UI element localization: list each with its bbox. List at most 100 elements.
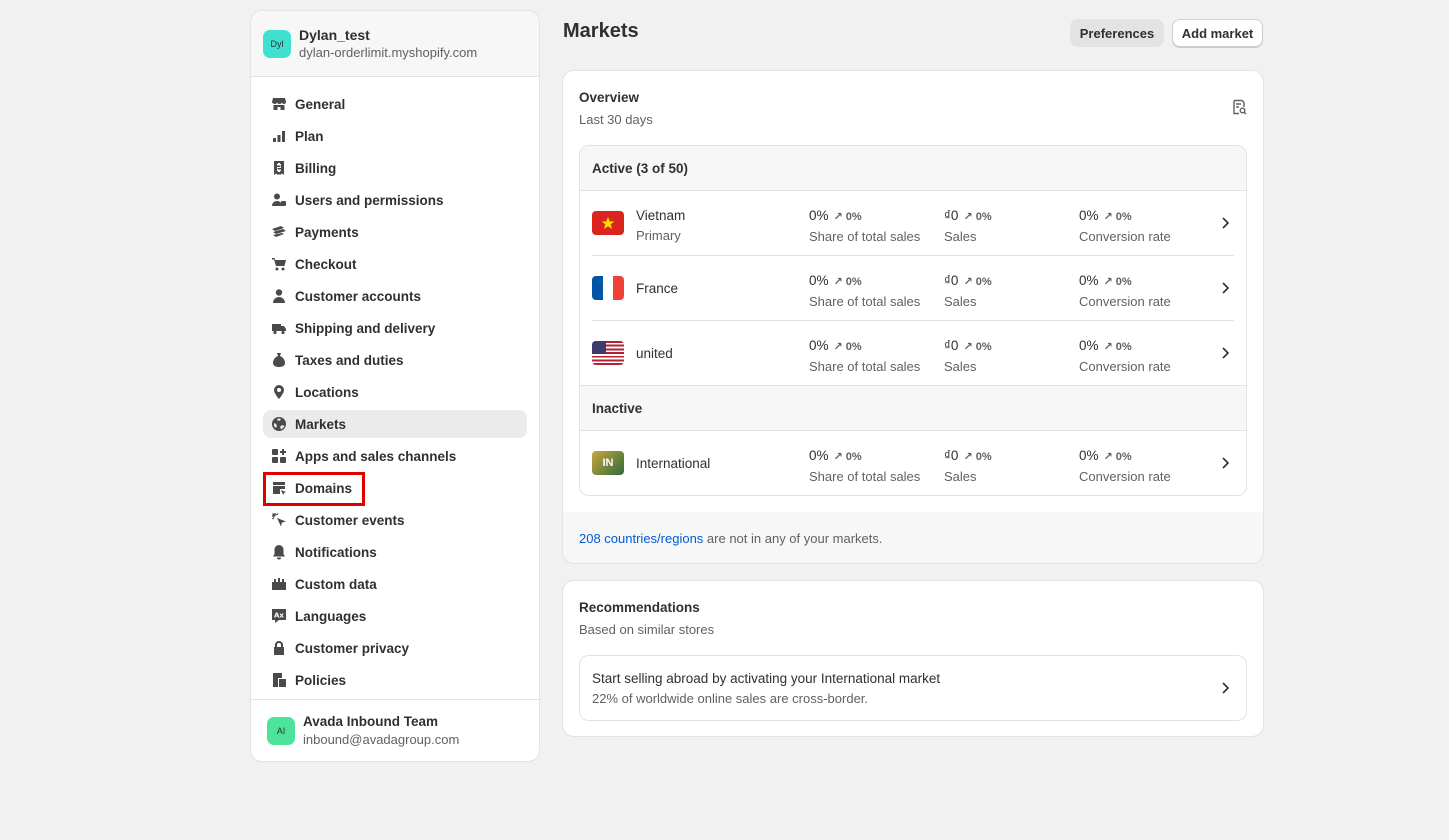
share-label: Share of total sales	[809, 229, 921, 244]
active-markets-heading: Active (3 of 50)	[580, 146, 1246, 191]
overview-subtitle: Last 30 days	[579, 112, 653, 127]
conv-delta: ↗ 0%	[1103, 341, 1132, 353]
conv-label: Conversion rate	[1079, 359, 1171, 374]
nav-item-markets[interactable]: Markets	[263, 410, 527, 438]
sales-delta: ↗ 0%	[963, 451, 992, 463]
conv-label: Conversion rate	[1079, 294, 1171, 309]
nav-item-payments[interactable]: Payments	[263, 218, 527, 246]
recommendation-item[interactable]: Start selling abroad by activating your …	[579, 655, 1247, 721]
countries-regions-link[interactable]: 208 countries/regions	[579, 531, 703, 546]
nav-label: Customer events	[295, 512, 405, 528]
chevron-right-icon	[1218, 281, 1232, 295]
market-sub: Primary	[636, 228, 681, 243]
overview-card: Overview Last 30 days Active (3 of 50) V…	[562, 70, 1264, 564]
nav-item-taxes[interactable]: Taxes and duties	[263, 346, 527, 374]
add-market-button[interactable]: Add market	[1172, 19, 1263, 47]
unassigned-regions-note: 208 countries/regions are not in any of …	[563, 512, 1263, 563]
taxes-icon	[271, 352, 287, 368]
store-name: Dylan_test	[299, 26, 370, 43]
share-label: Share of total sales	[809, 294, 921, 309]
cursor-icon	[271, 512, 287, 528]
bell-icon	[271, 544, 287, 560]
nav-label: Domains	[295, 480, 353, 496]
billing-icon	[271, 160, 287, 176]
overview-title: Overview	[579, 90, 640, 105]
conv-value: 0%	[1079, 208, 1099, 223]
user-account[interactable]: AI Avada Inbound Team inbound@avadagroup…	[251, 699, 539, 761]
market-row-france[interactable]: France 0% ↗ 0% Share of total sales ₫0 ↗ 0%…	[580, 256, 1246, 321]
markets-table: Active (3 of 50) Vietnam Primary 0% ↗ 0% Sh…	[579, 145, 1247, 496]
domains-icon	[271, 480, 287, 496]
nav-label: Apps and sales channels	[295, 448, 457, 464]
cart-icon	[271, 256, 287, 272]
report-icon[interactable]	[1231, 99, 1247, 115]
truck-icon	[271, 320, 287, 336]
nav-item-customer-accounts[interactable]: Customer accounts	[263, 282, 527, 310]
nav-label: Billing	[295, 160, 337, 176]
user-email: inbound@avadagroup.com	[303, 731, 460, 747]
nav-item-checkout[interactable]: Checkout	[263, 250, 527, 278]
nav-label: Payments	[295, 224, 359, 240]
person-icon	[271, 288, 287, 304]
custom-data-icon	[271, 576, 287, 592]
sales-label: Sales	[944, 229, 977, 244]
nav-item-shipping[interactable]: Shipping and delivery	[263, 314, 527, 342]
user-name: Avada Inbound Team	[303, 713, 439, 729]
sales-label: Sales	[944, 359, 977, 374]
nav-label: Taxes and duties	[295, 352, 404, 368]
nav-label: Users and permissions	[295, 192, 444, 208]
sales-delta: ↗ 0%	[963, 276, 992, 288]
share-label: Share of total sales	[809, 359, 921, 374]
users-icon	[271, 192, 287, 208]
nav-item-customer-events[interactable]: Customer events	[263, 506, 527, 534]
nav-item-notifications[interactable]: Notifications	[263, 538, 527, 566]
globe-icon	[271, 416, 287, 432]
recommendation-title: Start selling abroad by activating your …	[592, 671, 941, 686]
nav-item-general[interactable]: General	[263, 90, 527, 118]
nav-item-locations[interactable]: Locations	[263, 378, 527, 406]
nav-item-customer-privacy[interactable]: Customer privacy	[263, 634, 527, 662]
chevron-right-icon	[1218, 346, 1232, 360]
lock-icon	[271, 640, 287, 656]
market-row-international[interactable]: IN International 0% ↗ 0% Share of total sa…	[580, 431, 1246, 495]
language-icon: Ax	[271, 608, 287, 624]
nav-label: Customer privacy	[295, 640, 410, 656]
sales-value: ₫0	[944, 448, 959, 463]
recommendations-title: Recommendations	[579, 600, 700, 615]
share-delta: ↗ 0%	[833, 451, 862, 463]
market-row-united[interactable]: united 0% ↗ 0% Share of total sales ₫0 ↗ 0%…	[580, 321, 1246, 386]
nav-label: Shipping and delivery	[295, 320, 436, 336]
us-flag-icon	[592, 341, 624, 365]
share-value: 0%	[809, 208, 829, 223]
sales-value: ₫0	[944, 338, 959, 353]
nav-item-domains[interactable]: Domains	[263, 472, 527, 506]
policies-icon	[271, 672, 287, 688]
market-row-vietnam[interactable]: Vietnam Primary 0% ↗ 0% Share of total sale…	[580, 191, 1246, 256]
conv-delta: ↗ 0%	[1103, 451, 1132, 463]
nav-label: Customer accounts	[295, 288, 422, 304]
recommendation-sub: 22% of worldwide online sales are cross-…	[592, 691, 869, 706]
store-domain: dylan-orderlimit.myshopify.com	[299, 44, 478, 60]
share-value: 0%	[809, 448, 829, 463]
nav-label: General	[295, 96, 346, 112]
nav-item-languages[interactable]: Ax Languages	[263, 602, 527, 630]
inactive-markets-heading: Inactive	[580, 386, 1246, 431]
nav-label: Custom data	[295, 576, 377, 592]
sales-value: ₫0	[944, 208, 959, 223]
nav-item-billing[interactable]: Billing	[263, 154, 527, 182]
settings-nav: General Plan Billing Users and permissio…	[251, 77, 539, 694]
nav-item-users[interactable]: Users and permissions	[263, 186, 527, 214]
conv-label: Conversion rate	[1079, 229, 1171, 244]
nav-label: Checkout	[295, 256, 357, 272]
settings-sidebar: Dyl Dylan_test dylan-orderlimit.myshopif…	[250, 10, 540, 762]
store-switcher[interactable]: Dyl Dylan_test dylan-orderlimit.myshopif…	[251, 11, 539, 77]
chevron-right-icon	[1218, 216, 1232, 230]
nav-item-plan[interactable]: Plan	[263, 122, 527, 150]
preferences-button[interactable]: Preferences	[1070, 19, 1164, 47]
location-icon	[271, 384, 287, 400]
nav-item-custom-data[interactable]: Custom data	[263, 570, 527, 598]
nav-item-apps[interactable]: Apps and sales channels	[263, 442, 527, 470]
nav-item-policies[interactable]: Policies	[263, 666, 527, 694]
nav-label: Plan	[295, 128, 324, 144]
market-name: International	[636, 456, 711, 471]
